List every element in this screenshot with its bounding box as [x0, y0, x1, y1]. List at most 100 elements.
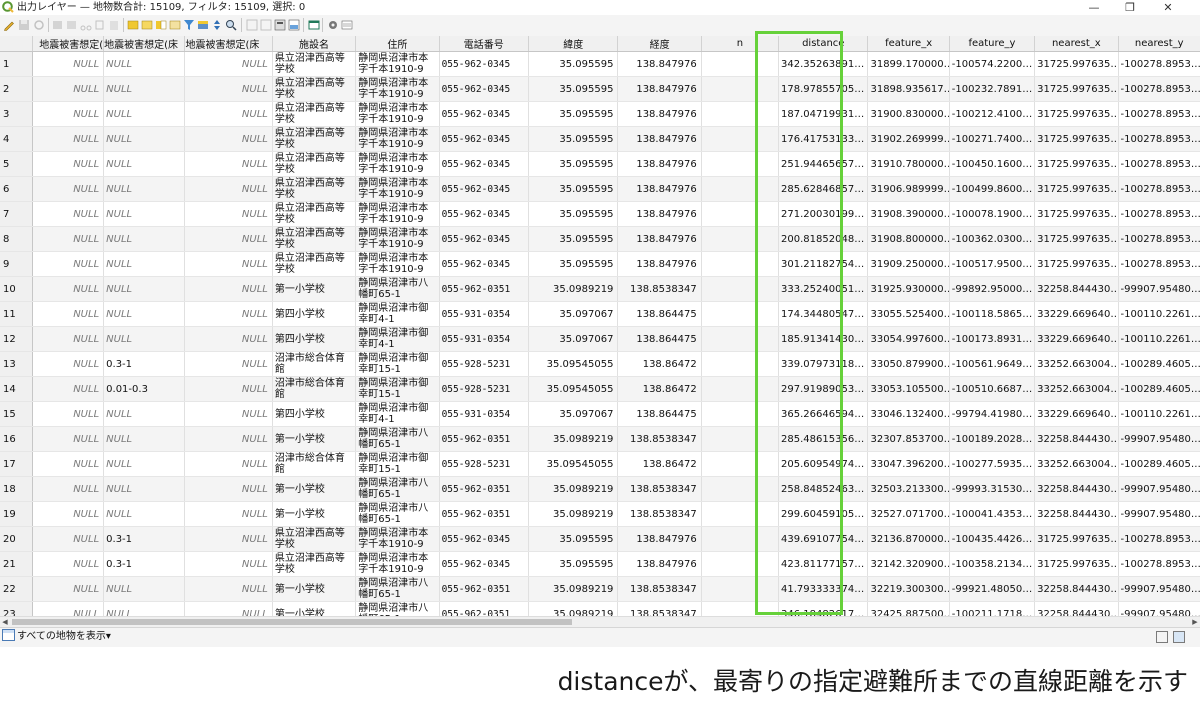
column-header[interactable]: 経度	[617, 36, 702, 52]
nearest-y-cell[interactable]: -100289.4605…	[1118, 451, 1200, 477]
phone-cell[interactable]: 055-962-0345	[439, 526, 530, 552]
latitude-cell[interactable]: 35.0989219	[528, 476, 619, 502]
reload-icon[interactable]	[33, 19, 45, 31]
address-cell[interactable]: 静岡県沼津市八幡町65-1	[355, 276, 440, 302]
table-row[interactable]: 11 NULL NULL NULL 第四小学校 静岡県沼津市御幸町4-1 055-931-0…	[0, 301, 1200, 327]
nearest-x-cell[interactable]: 32258.844430…	[1034, 276, 1119, 302]
column-header[interactable]: 緯度	[528, 36, 619, 52]
quake-estimate-3-cell[interactable]: NULL	[184, 576, 273, 602]
facility-name-cell[interactable]: 県立沼津西高等学校	[272, 101, 357, 127]
feature-y-cell[interactable]: -100232.7891…	[949, 76, 1036, 102]
longitude-cell[interactable]: 138.847976	[617, 76, 702, 102]
nearest-y-cell[interactable]: -100289.4605…	[1118, 351, 1200, 377]
table-row[interactable]: 15 NULL NULL NULL 第四小学校 静岡県沼津市御幸町4-1 055-931-0…	[0, 401, 1200, 427]
feature-y-cell[interactable]: -100189.2028…	[949, 426, 1036, 452]
latitude-cell[interactable]: 35.0989219	[528, 576, 619, 602]
distance-cell[interactable]: 200.81852048…	[778, 226, 869, 252]
column-header[interactable]: n	[701, 36, 780, 52]
latitude-cell[interactable]: 35.095595	[528, 251, 619, 277]
n-cell[interactable]	[701, 526, 780, 552]
column-header[interactable]: distance	[778, 36, 869, 52]
latitude-cell[interactable]: 35.09545055	[528, 451, 619, 477]
nearest-y-cell[interactable]: -100278.8953…	[1118, 551, 1200, 577]
scroll-right-arrow-icon[interactable]: ▶	[1190, 617, 1200, 627]
phone-cell[interactable]: 055-962-0351	[439, 576, 530, 602]
quake-estimate-1-cell[interactable]: NULL	[32, 351, 105, 377]
latitude-cell[interactable]: 35.095595	[528, 526, 619, 552]
phone-cell[interactable]: 055-962-0351	[439, 476, 530, 502]
feature-y-cell[interactable]: -100499.8600…	[949, 176, 1036, 202]
quake-estimate-3-cell[interactable]: NULL	[184, 526, 273, 552]
row-number[interactable]: 5	[0, 151, 34, 177]
table-row[interactable]: 20 NULL 0.3-1 NULL 県立沼津西高等学校 静岡県沼津市本字千本1910-9…	[0, 526, 1200, 552]
quake-estimate-3-cell[interactable]: NULL	[184, 101, 273, 127]
quake-estimate-3-cell[interactable]: NULL	[184, 251, 273, 277]
nearest-x-cell[interactable]: 33229.669640…	[1034, 301, 1119, 327]
row-number[interactable]: 10	[0, 276, 34, 302]
quake-estimate-3-cell[interactable]: NULL	[184, 351, 273, 377]
row-number[interactable]: 7	[0, 201, 34, 227]
facility-name-cell[interactable]: 第四小学校	[272, 401, 357, 427]
longitude-cell[interactable]: 138.8538347	[617, 576, 702, 602]
n-cell[interactable]	[701, 451, 780, 477]
quake-estimate-3-cell[interactable]: NULL	[184, 401, 273, 427]
facility-name-cell[interactable]: 第一小学校	[272, 476, 357, 502]
quake-estimate-2-cell[interactable]: NULL	[103, 426, 186, 452]
address-cell[interactable]: 静岡県沼津市御幸町4-1	[355, 401, 440, 427]
table-row[interactable]: 21 NULL 0.3-1 NULL 県立沼津西高等学校 静岡県沼津市本字千本1910-9…	[0, 551, 1200, 577]
quake-estimate-2-cell[interactable]: NULL	[103, 301, 186, 327]
distance-cell[interactable]: 339.07973118…	[778, 351, 869, 377]
nearest-x-cell[interactable]: 31725.997635…	[1034, 76, 1119, 102]
facility-name-cell[interactable]: 県立沼津西高等学校	[272, 226, 357, 252]
distance-cell[interactable]: 297.91989053…	[778, 376, 869, 402]
feature-x-cell[interactable]: 33047.396200…	[867, 451, 950, 477]
feature-y-cell[interactable]: -100271.7400…	[949, 126, 1036, 152]
longitude-cell[interactable]: 138.86472	[617, 376, 702, 402]
address-cell[interactable]: 静岡県沼津市八幡町65-1	[355, 426, 440, 452]
column-header[interactable]: feature_y	[949, 36, 1036, 52]
column-header[interactable]: feature_x	[867, 36, 950, 52]
nearest-y-cell[interactable]: -100110.2261…	[1118, 401, 1200, 427]
toggle-editing-icon[interactable]	[3, 19, 15, 31]
facility-name-cell[interactable]: 第四小学校	[272, 326, 357, 352]
quake-estimate-2-cell[interactable]: NULL	[103, 51, 186, 77]
feature-x-cell[interactable]: 32307.853700…	[867, 426, 950, 452]
quake-estimate-2-cell[interactable]: 0.3-1	[103, 526, 186, 552]
nearest-x-cell[interactable]: 33252.663004…	[1034, 351, 1119, 377]
quake-estimate-1-cell[interactable]: NULL	[32, 526, 105, 552]
quake-estimate-3-cell[interactable]: NULL	[184, 276, 273, 302]
n-cell[interactable]	[701, 51, 780, 77]
phone-cell[interactable]: 055-962-0345	[439, 126, 530, 152]
feature-y-cell[interactable]: -99892.95000…	[949, 276, 1036, 302]
distance-cell[interactable]: 176.41753133…	[778, 126, 869, 152]
address-cell[interactable]: 静岡県沼津市八幡町65-1	[355, 501, 440, 527]
nearest-x-cell[interactable]: 32258.844430…	[1034, 476, 1119, 502]
distance-cell[interactable]: 251.94465657…	[778, 151, 869, 177]
phone-cell[interactable]: 055-928-5231	[439, 351, 530, 377]
nearest-x-cell[interactable]: 33229.669640…	[1034, 401, 1119, 427]
n-cell[interactable]	[701, 176, 780, 202]
nearest-y-cell[interactable]: -100278.8953…	[1118, 251, 1200, 277]
table-row[interactable]: 10 NULL NULL NULL 第一小学校 静岡県沼津市八幡町65-1 055-962-…	[0, 276, 1200, 302]
nearest-x-cell[interactable]: 31725.997635…	[1034, 526, 1119, 552]
quake-estimate-3-cell[interactable]: NULL	[184, 126, 273, 152]
feature-x-cell[interactable]: 31898.935617…	[867, 76, 950, 102]
attribute-table[interactable]: 地震被害想定( 地震被害想定(床 地震被害想定(床 施設名 住所 電話番号 緯度…	[0, 36, 1200, 622]
delete-feature-icon[interactable]	[66, 19, 78, 31]
nearest-y-cell[interactable]: -100278.8953…	[1118, 126, 1200, 152]
address-cell[interactable]: 静岡県沼津市本字千本1910-9	[355, 251, 440, 277]
feature-x-cell[interactable]: 32136.870000…	[867, 526, 950, 552]
row-number[interactable]: 14	[0, 376, 34, 402]
distance-cell[interactable]: 187.04719931…	[778, 101, 869, 127]
feature-y-cell[interactable]: -100212.4100…	[949, 101, 1036, 127]
phone-cell[interactable]: 055-962-0345	[439, 176, 530, 202]
copy-icon[interactable]	[94, 19, 106, 31]
nearest-x-cell[interactable]: 31725.997635…	[1034, 151, 1119, 177]
nearest-x-cell[interactable]: 31725.997635…	[1034, 551, 1119, 577]
column-header[interactable]: 施設名	[272, 36, 357, 52]
longitude-cell[interactable]: 138.86472	[617, 351, 702, 377]
table-row[interactable]: 1 NULL NULL NULL 県立沼津西高等学校 静岡県沼津市本字千本1910-9 05…	[0, 51, 1200, 77]
quake-estimate-3-cell[interactable]: NULL	[184, 76, 273, 102]
phone-cell[interactable]: 055-962-0345	[439, 101, 530, 127]
table-row[interactable]: 12 NULL NULL NULL 第四小学校 静岡県沼津市御幸町4-1 055-931-0…	[0, 326, 1200, 352]
